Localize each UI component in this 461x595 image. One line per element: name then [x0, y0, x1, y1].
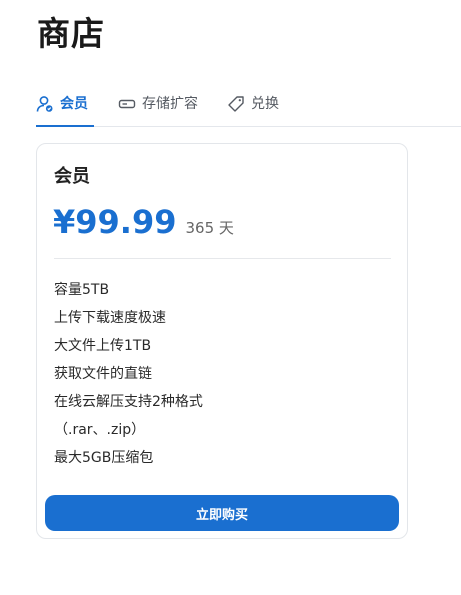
- plan-name: 会员: [54, 166, 90, 187]
- tab-storage-expansion[interactable]: 存储扩容: [118, 94, 198, 126]
- tab-bar: 会员 存储扩容 兑换: [36, 88, 461, 127]
- feature-item: 上传下载速度极速: [54, 310, 166, 326]
- feature-item: 大文件上传1TB: [54, 338, 152, 354]
- user-badge-icon: [36, 95, 54, 113]
- plan-period: 365 天: [185, 219, 234, 237]
- buy-now-button[interactable]: 立即购买: [45, 495, 399, 531]
- membership-plan-card: 会员 ¥99.99 365 天 容量5TB 上传下载速度极速 大文件上传1TB …: [36, 143, 408, 539]
- feature-item: 容量5TB: [54, 282, 110, 298]
- tab-redeem[interactable]: 兑换: [227, 94, 279, 126]
- storage-drive-icon: [118, 95, 136, 113]
- tab-label: 兑换: [251, 96, 279, 112]
- feature-list: 容量5TB 上传下载速度极速 大文件上传1TB 获取文件的直链 在线云解压支持2…: [54, 276, 203, 472]
- tab-member[interactable]: 会员: [36, 94, 94, 127]
- feature-item: 获取文件的直链: [54, 366, 152, 382]
- feature-item: 最大5GB压缩包: [54, 450, 154, 466]
- ticket-tag-icon: [227, 95, 245, 113]
- price-row: ¥99.99 365 天: [53, 200, 234, 244]
- feature-item: 在线云解压支持2种格式: [54, 394, 203, 410]
- tab-label: 存储扩容: [142, 96, 198, 112]
- page-title: 商店: [37, 14, 105, 53]
- plan-price: ¥99.99: [53, 203, 177, 241]
- feature-item: （.rar、.zip）: [54, 422, 146, 438]
- divider: [54, 258, 391, 259]
- tab-label: 会员: [60, 96, 88, 112]
